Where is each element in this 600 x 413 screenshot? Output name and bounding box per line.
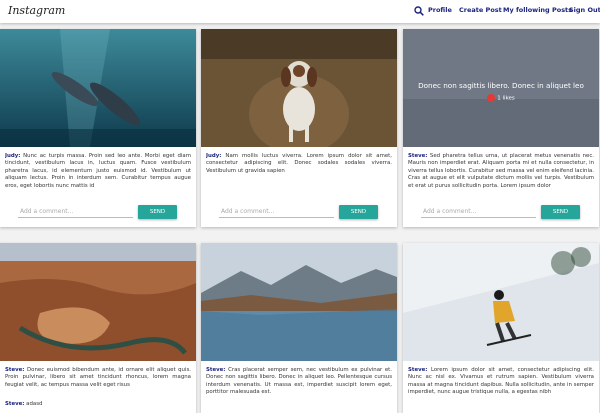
post-caption: Steve: Donec euismod bibendum ante, id o… xyxy=(5,367,191,388)
post-image-canyon[interactable] xyxy=(0,243,196,361)
post-image-dog[interactable] xyxy=(201,29,397,147)
nav-profile-link[interactable]: Profile xyxy=(428,6,452,14)
send-button[interactable]: SEND xyxy=(339,205,378,219)
post-card: Judy: Nunc ac turpis massa. Proin sed le… xyxy=(0,29,196,227)
like-count: 1 likes xyxy=(403,94,599,102)
search-icon[interactable] xyxy=(414,6,424,16)
nav-sign-out-link[interactable]: Sign Out xyxy=(569,6,600,14)
post-caption: Steve: Sed pharetra tellus urna, ut plac… xyxy=(408,153,594,189)
send-button[interactable]: SEND xyxy=(138,205,177,219)
heart-icon[interactable] xyxy=(487,94,496,102)
nav-create-post-link[interactable]: Create Post xyxy=(459,6,502,14)
post-image-skier[interactable] xyxy=(403,243,599,361)
post-caption: Steve: Cras placerat semper sem, nec ves… xyxy=(206,367,392,396)
nav-following-posts-link[interactable]: My following Posts xyxy=(503,6,572,14)
post-image-hover[interactable]: Donec non sagittis libero. Donec in aliq… xyxy=(403,29,599,147)
post-card: Judy: Nam mollis luctus viverra. Lorem i… xyxy=(201,29,397,227)
comment-input[interactable]: Add a comment... xyxy=(421,205,536,218)
post-comment: Steve: adasd xyxy=(5,401,43,407)
post-image-dolphins[interactable] xyxy=(0,29,196,147)
post-card: Steve: Donec euismod bibendum ante, id o… xyxy=(0,243,196,413)
comment-input[interactable]: Add a comment... xyxy=(219,205,334,218)
comment-input[interactable]: Add a comment... xyxy=(18,205,133,218)
send-button[interactable]: SEND xyxy=(541,205,580,219)
overlay-caption: Donec non sagittis libero. Donec in aliq… xyxy=(418,81,584,90)
post-card: Steve: Cras placerat semper sem, nec ves… xyxy=(201,243,397,413)
post-caption: Judy: Nam mollis luctus viverra. Lorem i… xyxy=(206,153,392,174)
post-image-lake[interactable] xyxy=(201,243,397,361)
post-card: Steve: Lorem ipsum dolor sit amet, conse… xyxy=(403,243,599,413)
post-caption: Judy: Nunc ac turpis massa. Proin sed le… xyxy=(5,153,191,189)
post-card: Donec non sagittis libero. Donec in aliq… xyxy=(403,29,599,227)
top-navbar: Instagram Profile Create Post My followi… xyxy=(0,0,600,23)
app-logo[interactable]: Instagram xyxy=(8,4,65,17)
post-caption: Steve: Lorem ipsum dolor sit amet, conse… xyxy=(408,367,594,396)
